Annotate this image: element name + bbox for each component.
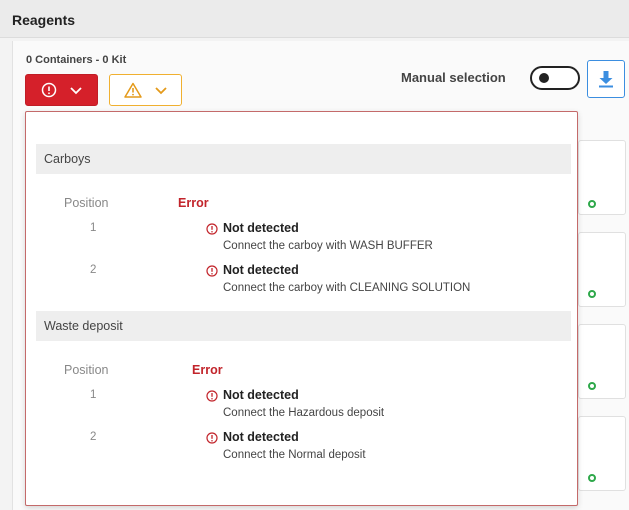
chevron-down-icon [154,87,167,95]
page-title: Reagents [12,12,76,28]
warning-triangle-icon [123,82,142,98]
toggle-knob [539,73,549,83]
header-bar: Reagents [0,0,629,38]
section-header-carboys: Carboys [36,144,571,174]
download-button[interactable] [587,60,625,98]
error-column-header: Error [178,196,209,210]
containers-summary: 0 Containers - 0 Kit [26,54,127,66]
error-title: Not detected [223,388,299,402]
row-position: 2 [90,264,97,276]
error-title: Not detected [223,430,299,444]
reagent-card[interactable] [578,232,626,307]
row-position: 2 [90,431,97,443]
error-description: Connect the carboy with CLEANING SOLUTIO… [223,282,471,294]
error-circle-icon [206,223,218,235]
error-details-popup: Carboys Position Error 1 Not detected Co… [25,111,578,506]
chevron-down-icon [69,87,82,95]
error-description: Connect the Normal deposit [223,449,366,461]
reagent-card[interactable] [578,416,626,491]
warning-filter-button[interactable] [109,74,182,106]
status-ok-icon [588,382,596,390]
row-position: 1 [90,389,97,401]
position-column-header: Position [64,363,109,377]
position-column-header: Position [64,196,109,210]
error-column-header: Error [192,363,223,377]
section-header-waste-deposit: Waste deposit [36,311,571,341]
manual-selection-label: Manual selection [401,70,506,85]
status-ok-icon [588,200,596,208]
error-description: Connect the Hazardous deposit [223,407,385,419]
error-circle-icon [206,265,218,277]
manual-selection-toggle[interactable] [530,66,580,90]
row-position: 1 [90,222,97,234]
error-title: Not detected [223,263,299,277]
error-circle-icon [41,82,56,98]
error-description: Connect the carboy with WASH BUFFER [223,240,433,252]
error-circle-icon [206,390,218,402]
error-circle-icon [206,432,218,444]
reagent-card[interactable] [578,324,626,399]
reagent-card[interactable] [578,140,626,215]
download-icon [599,71,613,88]
error-title: Not detected [223,221,299,235]
status-ok-icon [588,290,596,298]
error-filter-button[interactable] [25,74,98,106]
status-ok-icon [588,474,596,482]
